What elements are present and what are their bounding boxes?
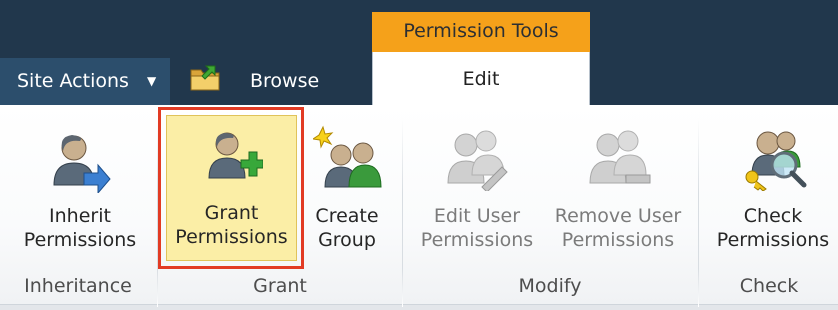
- sharepoint-ribbon: Permission Tools Site Actions ▼ Browse E…: [0, 0, 838, 310]
- group-label-check: Check: [739, 275, 799, 297]
- tab-browse[interactable]: Browse: [250, 70, 319, 92]
- user-check-icon: [745, 131, 807, 191]
- inherit-permissions-button[interactable]: Inherit Permissions: [14, 117, 146, 267]
- edit-user-label-line1: Edit User: [433, 205, 521, 227]
- edit-user-label-line2: Permissions: [420, 229, 534, 251]
- inherit-permissions-label-line2: Permissions: [23, 229, 137, 251]
- group-label-grant: Grant: [253, 275, 307, 297]
- tab-edit[interactable]: Edit: [372, 52, 590, 108]
- user-remove-icon: [589, 130, 651, 184]
- group-label-modify: Modify: [518, 275, 582, 297]
- folder-up-icon[interactable]: [189, 62, 223, 96]
- check-permissions-label-line1: Check: [743, 205, 803, 227]
- edit-user-permissions-button[interactable]: Edit User Permissions: [414, 117, 540, 267]
- user-edit-icon: [447, 130, 508, 191]
- contextual-tab-label: Permission Tools: [403, 20, 559, 42]
- create-group-label-line2: Group: [318, 229, 376, 251]
- remove-user-permissions-button[interactable]: Remove User Permissions: [544, 117, 692, 267]
- group-label-inheritance: Inheritance: [24, 275, 132, 297]
- group-separator: [698, 117, 699, 307]
- tab-edit-label: Edit: [462, 68, 500, 90]
- check-permissions-button[interactable]: Check Permissions: [708, 117, 838, 267]
- site-actions-label: Site Actions: [17, 70, 129, 92]
- permission-tools-contextual-tab: Permission Tools: [372, 12, 590, 52]
- group-add-icon: [313, 125, 382, 188]
- inherit-permissions-label-line1: Inherit: [49, 205, 111, 227]
- check-permissions-label-line2: Permissions: [716, 229, 830, 251]
- site-actions-menu[interactable]: Site Actions ▼: [0, 58, 170, 105]
- ribbon-bottom-edge: [0, 304, 838, 310]
- remove-user-label-line1: Remove User: [554, 205, 682, 227]
- create-group-button[interactable]: Create Group: [303, 117, 391, 267]
- user-arrow-icon: [53, 135, 111, 193]
- chevron-down-icon: ▼: [147, 74, 157, 88]
- create-group-label-line1: Create: [315, 205, 379, 227]
- remove-user-label-line2: Permissions: [561, 229, 675, 251]
- highlight-box: [158, 107, 304, 269]
- group-separator: [402, 117, 403, 307]
